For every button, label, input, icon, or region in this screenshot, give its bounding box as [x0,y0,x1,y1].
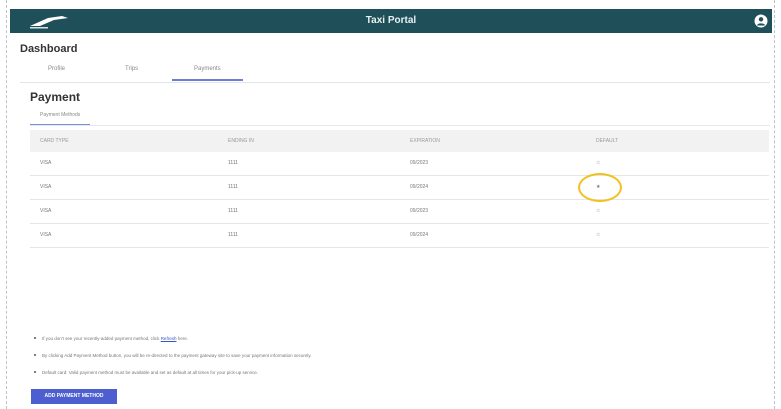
card-expiration: 09/2023 [410,160,429,166]
account-icon[interactable] [754,14,768,28]
app-title: Taxi Portal [365,15,417,26]
divider [30,125,770,126]
column-header: ENDING IN [228,138,254,144]
top-bar: Taxi Portal [10,9,772,33]
dashboard-tabs: Profile Trips Payments [20,62,770,83]
note-item: If you don't see your recently-added pay… [34,336,754,353]
card-type: VISA [40,184,52,190]
table-header: CARD TYPE ENDING IN EXPIRATION DEFAULT [30,130,769,152]
note-item: By clicking Add Payment Method button, y… [34,353,754,370]
payment-methods-table: CARD TYPE ENDING IN EXPIRATION DEFAULT V… [30,130,769,248]
note-item: Default card: Valid payment method must … [34,370,754,387]
column-header: CARD TYPE [40,138,69,144]
table-row: VISA 1111 09/2024 ☆ [30,224,769,248]
tab-profile[interactable]: Profile [48,66,65,72]
card-expiration: 09/2024 [410,184,429,190]
card-expiration: 09/2023 [410,208,429,214]
refresh-link[interactable]: Refresh [161,336,177,341]
payment-notes: If you don't see your recently-added pay… [34,336,754,387]
payment-title: Payment [30,90,81,104]
highlight-circle [578,173,622,202]
page-border-right [774,0,775,409]
column-header: DEFAULT [596,138,619,144]
table-row: VISA 1111 09/2023 ☆ [30,152,769,176]
card-expiration: 09/2024 [410,232,429,238]
dashboard-title: Dashboard [20,43,78,55]
table-row: VISA 1111 09/2024 ★ [30,176,769,200]
default-star-icon[interactable]: ☆ [596,160,600,166]
card-ending: 1111 [228,160,239,166]
note-text: If you don't see your recently-added pay… [42,336,161,341]
default-star-icon[interactable]: ☆ [596,232,600,238]
table-row: VISA 1111 09/2023 ☆ [30,200,769,224]
card-ending: 1111 [228,232,239,238]
card-type: VISA [40,208,52,214]
tab-payment-methods[interactable]: Payment Methods [30,112,91,126]
card-type: VISA [40,160,52,166]
column-header: EXPIRATION [410,138,440,144]
card-ending: 1111 [228,208,239,214]
tab-payments[interactable]: Payments [172,66,243,81]
page-border-left [6,0,7,409]
add-payment-method-button[interactable]: ADD PAYMENT METHOD [31,389,117,404]
tab-trips[interactable]: Trips [125,66,138,72]
note-text: here. [176,336,188,341]
card-ending: 1111 [228,184,239,190]
card-type: VISA [40,232,52,238]
default-star-icon[interactable]: ☆ [596,208,600,214]
